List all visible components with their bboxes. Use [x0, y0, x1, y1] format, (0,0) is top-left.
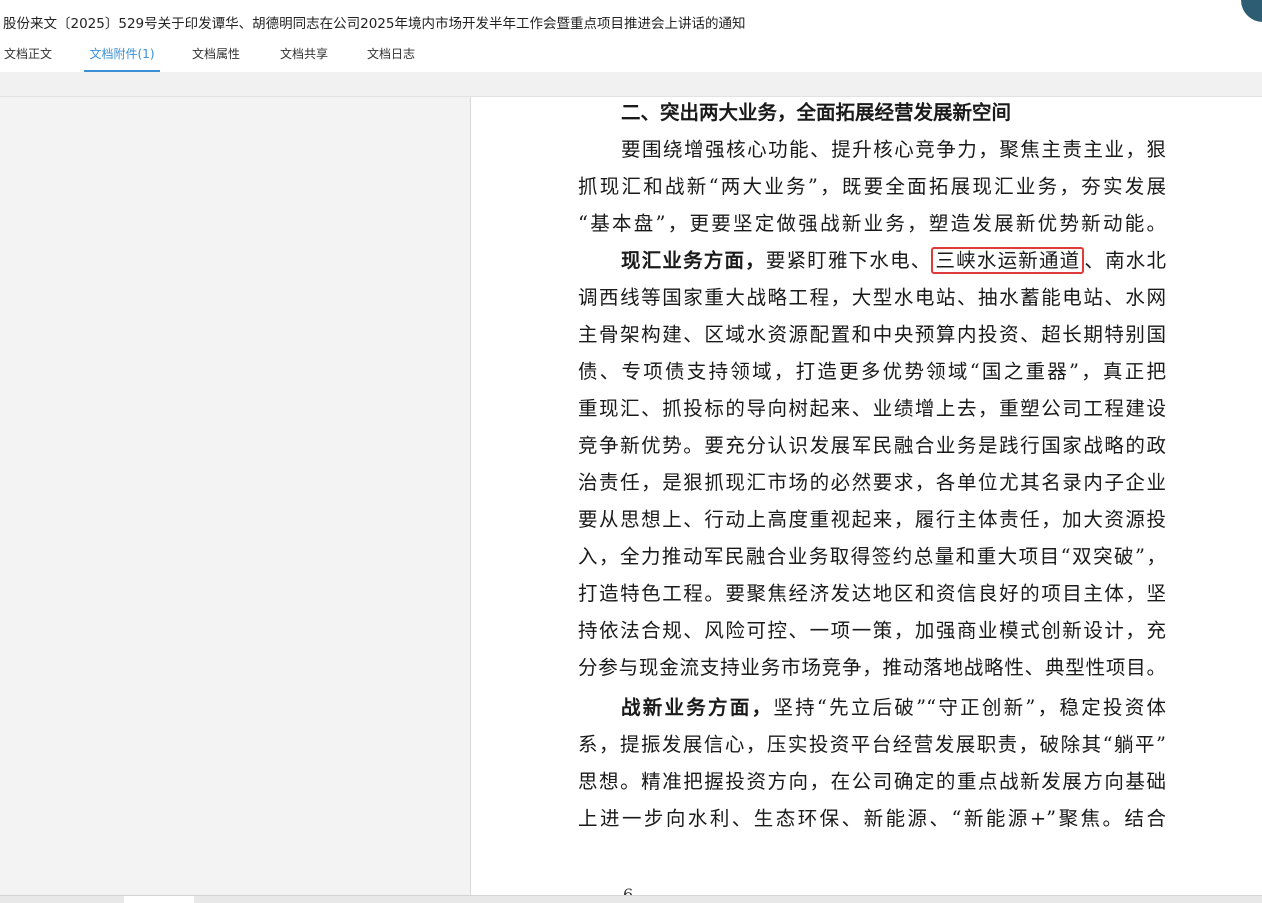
- paragraph-line: 系，提振发展信心，压实投资平台经营发展职责，破除其“躺平”: [578, 733, 1166, 756]
- paragraph-line: 要围绕增强核心功能、提升核心竞争力，聚焦主责主业，狠: [621, 138, 1166, 161]
- paragraph-line: 要从思想上、行动上高度重视起来，履行主体责任，加大资源投: [578, 508, 1166, 531]
- highlighted-phrase: 三峡水运新通道: [931, 247, 1085, 274]
- tab-document-body[interactable]: 文档正文: [2, 43, 54, 70]
- viewer-toolbar: [0, 72, 1262, 97]
- paragraph-line: 分参与现金流支持业务市场竞争，推动落地战略性、典型性项目。: [578, 656, 1166, 679]
- thumbnail-pane: [0, 97, 471, 895]
- paragraph-line: 重现汇、抓投标的导向树起来、业绩增上去，重塑公司工程建设: [578, 397, 1166, 420]
- paragraph-line: 主骨架构建、区域水资源配置和中央预算内投资、超长期特别国: [578, 323, 1166, 346]
- paragraph-line: 治责任，是狠抓现汇市场的必然要求，各单位尤其名录内子企业: [578, 471, 1166, 494]
- paragraph-line-lead: 战新业务方面，坚持“先立后破”“守正创新”，稳定投资体: [621, 689, 1166, 726]
- page-number: 6: [623, 885, 634, 895]
- paragraph-line: 思想。精准把握投资方向，在公司确定的重点战新发展方向基础: [578, 770, 1166, 793]
- tab-document-sharing[interactable]: 文档共享: [278, 43, 330, 70]
- assistant-badge-icon[interactable]: [1241, 0, 1262, 22]
- paragraph-line: 竞争新优势。要充分认识发展军民融合业务是践行国家战略的政: [578, 434, 1166, 457]
- paragraph-line: 打造特色工程。要聚焦经济发达地区和资信良好的项目主体，坚: [578, 582, 1166, 605]
- paragraph-line: 入，全力推动军民融合业务取得签约总量和重大项目“双突破”，: [578, 545, 1166, 568]
- paragraph-lead-text: 要紧盯雅下水电、: [765, 249, 932, 272]
- tab-document-attachments[interactable]: 文档附件(1): [84, 43, 160, 72]
- paragraph-line: “基本盘”，更要坚定做强战新业务，塑造发展新优势新动能。: [578, 212, 1166, 235]
- paragraph-line-lead: 现汇业务方面，要紧盯雅下水电、 三峡水运新通道 、南水北: [621, 242, 1166, 279]
- document-title: 股份来文〔2025〕529号关于印发谭华、胡德明同志在公司2025年境内市场开发…: [3, 16, 746, 32]
- paragraph-line: 债、专项债支持领域，打造更多优势领域“国之重器”，真正把: [578, 360, 1166, 383]
- paragraph-lead-tail: 、南水北: [1084, 249, 1166, 272]
- header: 股份来文〔2025〕529号关于印发谭华、胡德明同志在公司2025年境内市场开发…: [0, 0, 1262, 72]
- paragraph-line: 上进一步向水利、生态环保、新能源、“新能源+”聚焦。结合: [578, 807, 1166, 830]
- document-page: 二、突出两大业务，全面拓展经营发展新空间 要围绕增强核心功能、提升核心竞争力，聚…: [471, 97, 1262, 895]
- section-heading: 二、突出两大业务，全面拓展经营发展新空间: [621, 101, 1012, 124]
- paragraph-lead-bold: 战新业务方面，: [621, 696, 774, 719]
- tab-document-log[interactable]: 文档日志: [365, 43, 417, 70]
- paragraph-lead-bold: 现汇业务方面，: [621, 249, 766, 272]
- tab-document-properties[interactable]: 文档属性: [190, 43, 242, 70]
- paragraph-line: 调西线等国家重大战略工程，大型水电站、抽水蓄能电站、水网: [578, 286, 1166, 309]
- tab-bar: 文档正文 文档附件(1) 文档属性 文档共享 文档日志: [0, 43, 1262, 72]
- paragraph-lead-text: 坚持“先立后破”“守正创新”，稳定投资体: [773, 696, 1166, 719]
- paragraph-line: 抓现汇和战新“两大业务”，既要全面拓展现汇业务，夯实发展: [578, 175, 1166, 198]
- paragraph-line: 持依法合规、风险可控、一项一策，加强商业模式创新设计，充: [578, 619, 1166, 642]
